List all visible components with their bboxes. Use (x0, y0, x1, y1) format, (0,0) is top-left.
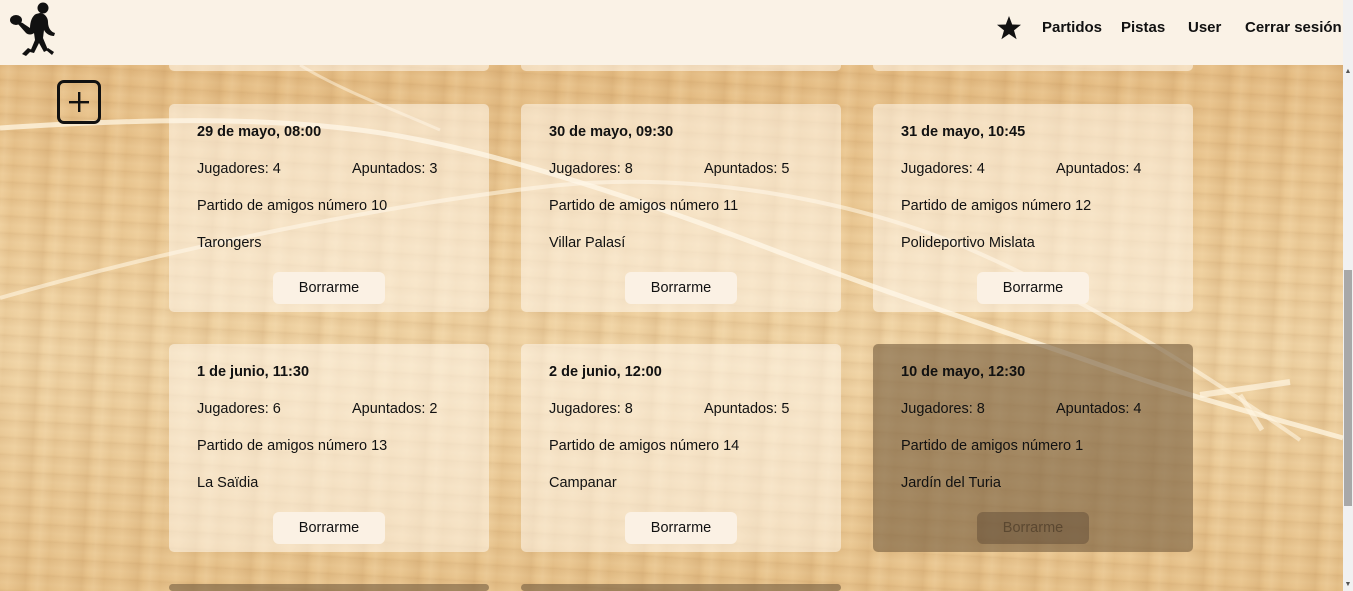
scroll-up-arrow-icon[interactable]: ▲ (1344, 67, 1352, 77)
match-date: 31 de mayo, 10:45 (901, 124, 1026, 140)
match-name: Partido de amigos número 11 (549, 198, 739, 214)
match-apuntados: Apuntados: 3 (352, 161, 438, 177)
match-card: 30 de mayo, 09:30 Jugadores: 8 Apuntados… (521, 104, 841, 312)
match-jugadores: Jugadores: 8 (549, 161, 633, 177)
match-card-past: 10 de mayo, 12:30 Jugadores: 8 Apuntados… (873, 344, 1193, 552)
match-card: 1 de junio, 11:30 Jugadores: 6 Apuntados… (169, 344, 489, 552)
match-apuntados: Apuntados: 5 (704, 161, 790, 177)
page-scrollbar[interactable]: ▲ ▼ (1343, 0, 1353, 591)
padel-player-logo-icon[interactable] (8, 0, 68, 58)
match-name: Partido de amigos número 14 (549, 438, 740, 454)
nav-link-cerrar-sesion[interactable]: Cerrar sesión (1245, 19, 1342, 36)
borrarme-button[interactable]: Borrarme (273, 272, 385, 304)
match-jugadores: Jugadores: 6 (197, 401, 281, 417)
match-date: 30 de mayo, 09:30 (549, 124, 674, 140)
match-date: 2 de junio, 12:00 (549, 364, 662, 380)
match-apuntados: Apuntados: 4 (1056, 161, 1142, 177)
match-card-partial (521, 584, 841, 591)
match-card-partial (169, 584, 489, 591)
match-place: La Saïdia (197, 475, 259, 491)
match-jugadores: Jugadores: 8 (549, 401, 633, 417)
match-date: 1 de junio, 11:30 (197, 364, 310, 380)
nav-link-pistas[interactable]: Pistas (1121, 19, 1165, 36)
borrarme-button[interactable]: Borrarme (625, 512, 737, 544)
plus-icon (69, 92, 89, 112)
match-apuntados: Apuntados: 2 (352, 401, 438, 417)
match-place: Jardín del Turia (901, 475, 1001, 491)
match-card: 29 de mayo, 08:00 Jugadores: 4 Apuntados… (169, 104, 489, 312)
match-place: Tarongers (197, 235, 262, 251)
top-navbar: Partidos Pistas User Cerrar sesión (0, 0, 1343, 65)
borrarme-button[interactable]: Borrarme (273, 512, 385, 544)
match-name: Partido de amigos número 1 (901, 438, 1084, 454)
scroll-down-arrow-icon[interactable]: ▼ (1344, 580, 1352, 590)
match-apuntados: Apuntados: 4 (1056, 401, 1142, 417)
match-card: 2 de junio, 12:00 Jugadores: 8 Apuntados… (521, 344, 841, 552)
star-icon[interactable] (996, 15, 1022, 41)
scrollbar-thumb[interactable] (1344, 270, 1352, 506)
match-apuntados: Apuntados: 5 (704, 401, 790, 417)
match-name: Partido de amigos número 10 (197, 198, 388, 214)
match-jugadores: Jugadores: 4 (197, 161, 281, 177)
borrarme-button[interactable]: Borrarme (977, 272, 1089, 304)
match-place: Campanar (549, 475, 617, 491)
match-date: 29 de mayo, 08:00 (197, 124, 322, 140)
borrarme-button-disabled: Borrarme (977, 512, 1089, 544)
match-place: Villar Palasí (549, 235, 626, 251)
match-name: Partido de amigos número 13 (197, 438, 388, 454)
match-place: Polideportivo Mislata (901, 235, 1035, 251)
match-jugadores: Jugadores: 8 (901, 401, 985, 417)
nav-link-user[interactable]: User (1188, 19, 1221, 36)
match-card: 31 de mayo, 10:45 Jugadores: 4 Apuntados… (873, 104, 1193, 312)
add-match-button[interactable] (57, 80, 101, 124)
match-date: 10 de mayo, 12:30 (901, 364, 1026, 380)
borrarme-button[interactable]: Borrarme (625, 272, 737, 304)
match-name: Partido de amigos número 12 (901, 198, 1092, 214)
nav-link-partidos[interactable]: Partidos (1042, 19, 1102, 36)
match-jugadores: Jugadores: 4 (901, 161, 985, 177)
